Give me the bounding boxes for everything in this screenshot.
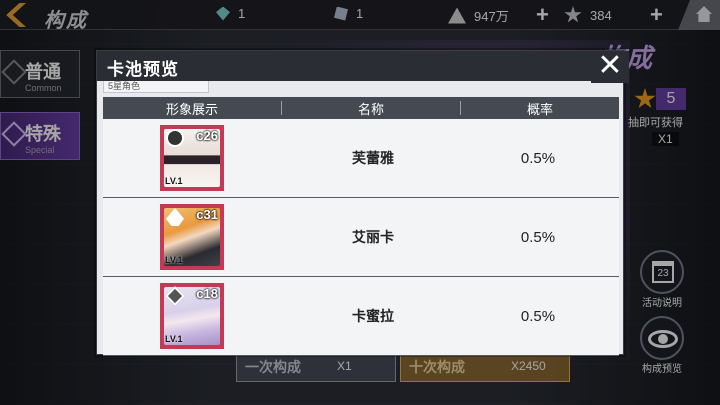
dialog-header: 卡池预览: [97, 51, 623, 81]
column-header-name: 名称: [357, 101, 384, 117]
faction-icon: [166, 129, 184, 147]
pool-list[interactable]: c26 LV.1 芙蕾雅 0.5% c31 LV.1 艾丽卡 0.5% c18 …: [103, 119, 619, 356]
column-header-rate: 概率: [526, 101, 553, 117]
character-code: c31: [196, 207, 218, 222]
character-name: 艾丽卡: [352, 229, 394, 245]
character-card[interactable]: c31 LV.1: [160, 204, 224, 270]
character-code: c26: [196, 128, 218, 143]
character-level: LV.1: [165, 255, 183, 265]
draw-rate: 0.5%: [520, 307, 556, 325]
dialog-title: 卡池预览: [107, 60, 179, 79]
character-card[interactable]: c26 LV.1: [160, 125, 224, 191]
character-level: LV.1: [165, 334, 183, 344]
close-icon: ✕: [597, 49, 623, 82]
previous-section-peek: 5星角色: [103, 81, 209, 93]
character-level: LV.1: [165, 176, 183, 186]
character-name: 芙蕾雅: [352, 150, 394, 166]
column-header-portrait: 形象展示: [165, 101, 218, 117]
close-button[interactable]: ✕: [591, 51, 629, 83]
table-row: c18 LV.1 卡蜜拉 0.5%: [103, 277, 619, 356]
character-code: c18: [196, 286, 218, 301]
table-row: c31 LV.1 艾丽卡 0.5%: [103, 198, 619, 277]
draw-rate: 0.5%: [520, 149, 556, 167]
character-name: 卡蜜拉: [352, 308, 394, 324]
draw-rate: 0.5%: [520, 228, 556, 246]
character-card[interactable]: c18 LV.1: [160, 283, 224, 349]
pool-preview-dialog: 卡池预览 ✕ 5星角色 形象展示 名称 概率 c26 LV.1 芙蕾雅 0.5%: [96, 50, 629, 356]
table-header: 形象展示 名称 概率: [103, 97, 619, 119]
table-row: c26 LV.1 芙蕾雅 0.5%: [103, 119, 619, 198]
